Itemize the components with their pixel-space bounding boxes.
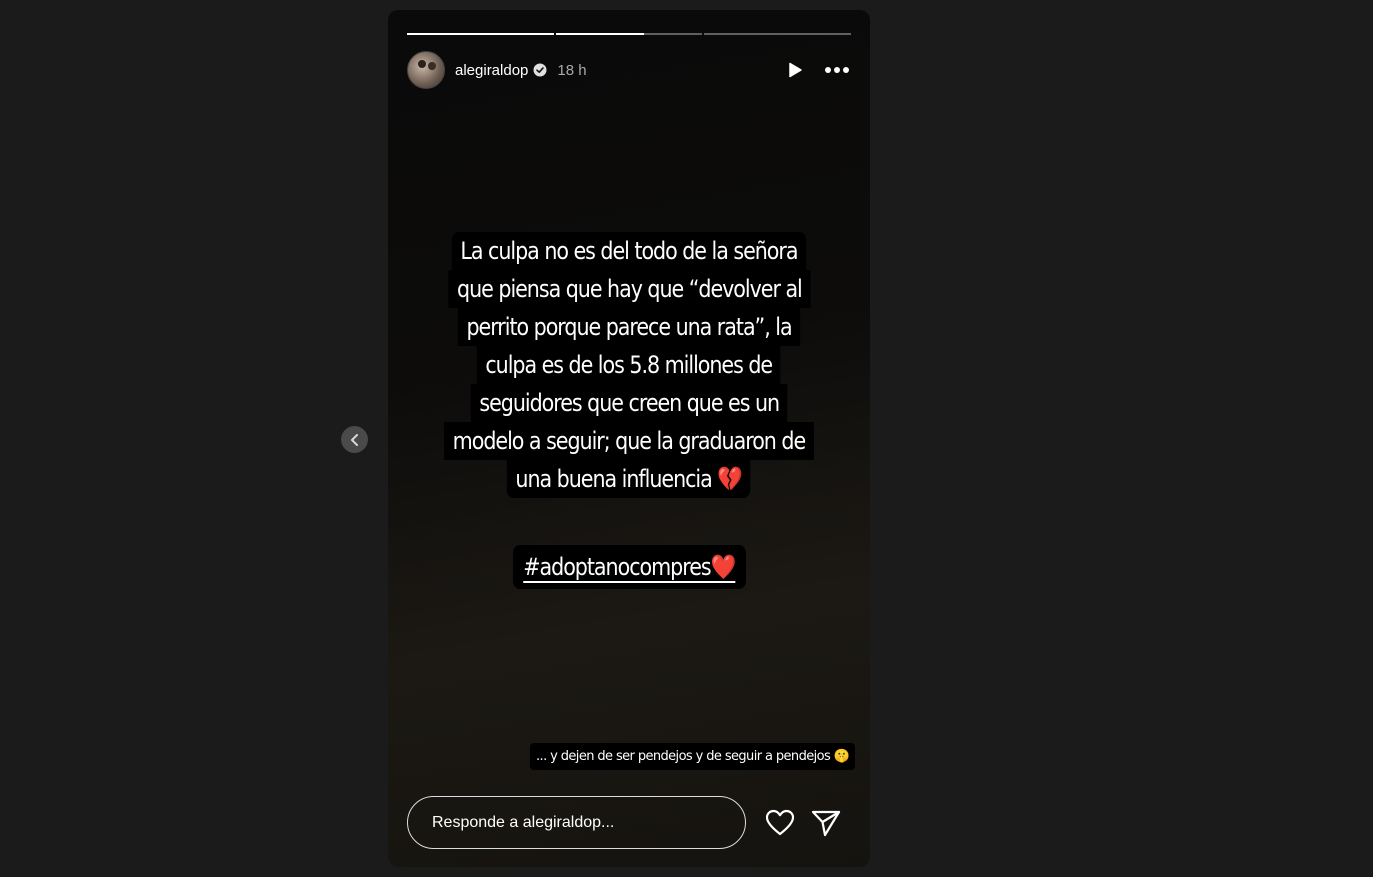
like-button[interactable]	[764, 807, 796, 839]
story-text: La culpa no es del todo de la señora que…	[388, 232, 870, 498]
story-text-line: una buena influencia 💔	[507, 460, 751, 498]
progress-segment	[555, 33, 703, 35]
share-button[interactable]	[810, 807, 842, 839]
story-header: alegiraldop 18 h	[407, 51, 851, 89]
story-text-line: La culpa no es del todo de la señora	[451, 232, 807, 270]
previous-story-button[interactable]	[341, 426, 368, 453]
more-options-icon	[825, 67, 849, 73]
story-text-line: modelo a seguir; que la graduaron de	[444, 422, 814, 460]
heart-icon	[765, 809, 795, 835]
story-caption: ... y dejen de ser pendejos y de seguir …	[530, 743, 856, 770]
verified-badge-icon	[533, 63, 547, 77]
story-text-line: perrito porque parece una rata”, la	[457, 308, 801, 346]
hashtag-sticker: #adoptanocompres❤️	[388, 545, 870, 589]
play-icon	[789, 62, 802, 78]
reply-input[interactable]: Responde a alegiraldop...	[407, 796, 746, 849]
story-text-line: que piensa que hay que “devolver al	[448, 270, 810, 308]
story-footer: Responde a alegiraldop...	[407, 796, 851, 849]
progress-segment	[704, 33, 852, 35]
avatar[interactable]	[407, 51, 445, 89]
story-text-line: culpa es de los 5.8 millones de	[477, 346, 781, 384]
chevron-left-icon	[350, 433, 358, 446]
play-button[interactable]	[781, 56, 809, 84]
hashtag-link[interactable]: #adoptanocompres❤️	[512, 545, 746, 589]
progress-segment	[407, 33, 554, 35]
story-text-line: seguidores que creen que es un	[470, 384, 788, 422]
story-viewer: alegiraldop 18 h La culpa no es del todo…	[388, 10, 870, 867]
send-icon	[811, 810, 841, 836]
reply-placeholder: Responde a alegiraldop...	[432, 813, 615, 831]
username[interactable]: alegiraldop	[455, 62, 528, 79]
post-time: 18 h	[557, 61, 587, 79]
story-progress	[407, 33, 852, 35]
more-options-button[interactable]	[823, 56, 851, 84]
